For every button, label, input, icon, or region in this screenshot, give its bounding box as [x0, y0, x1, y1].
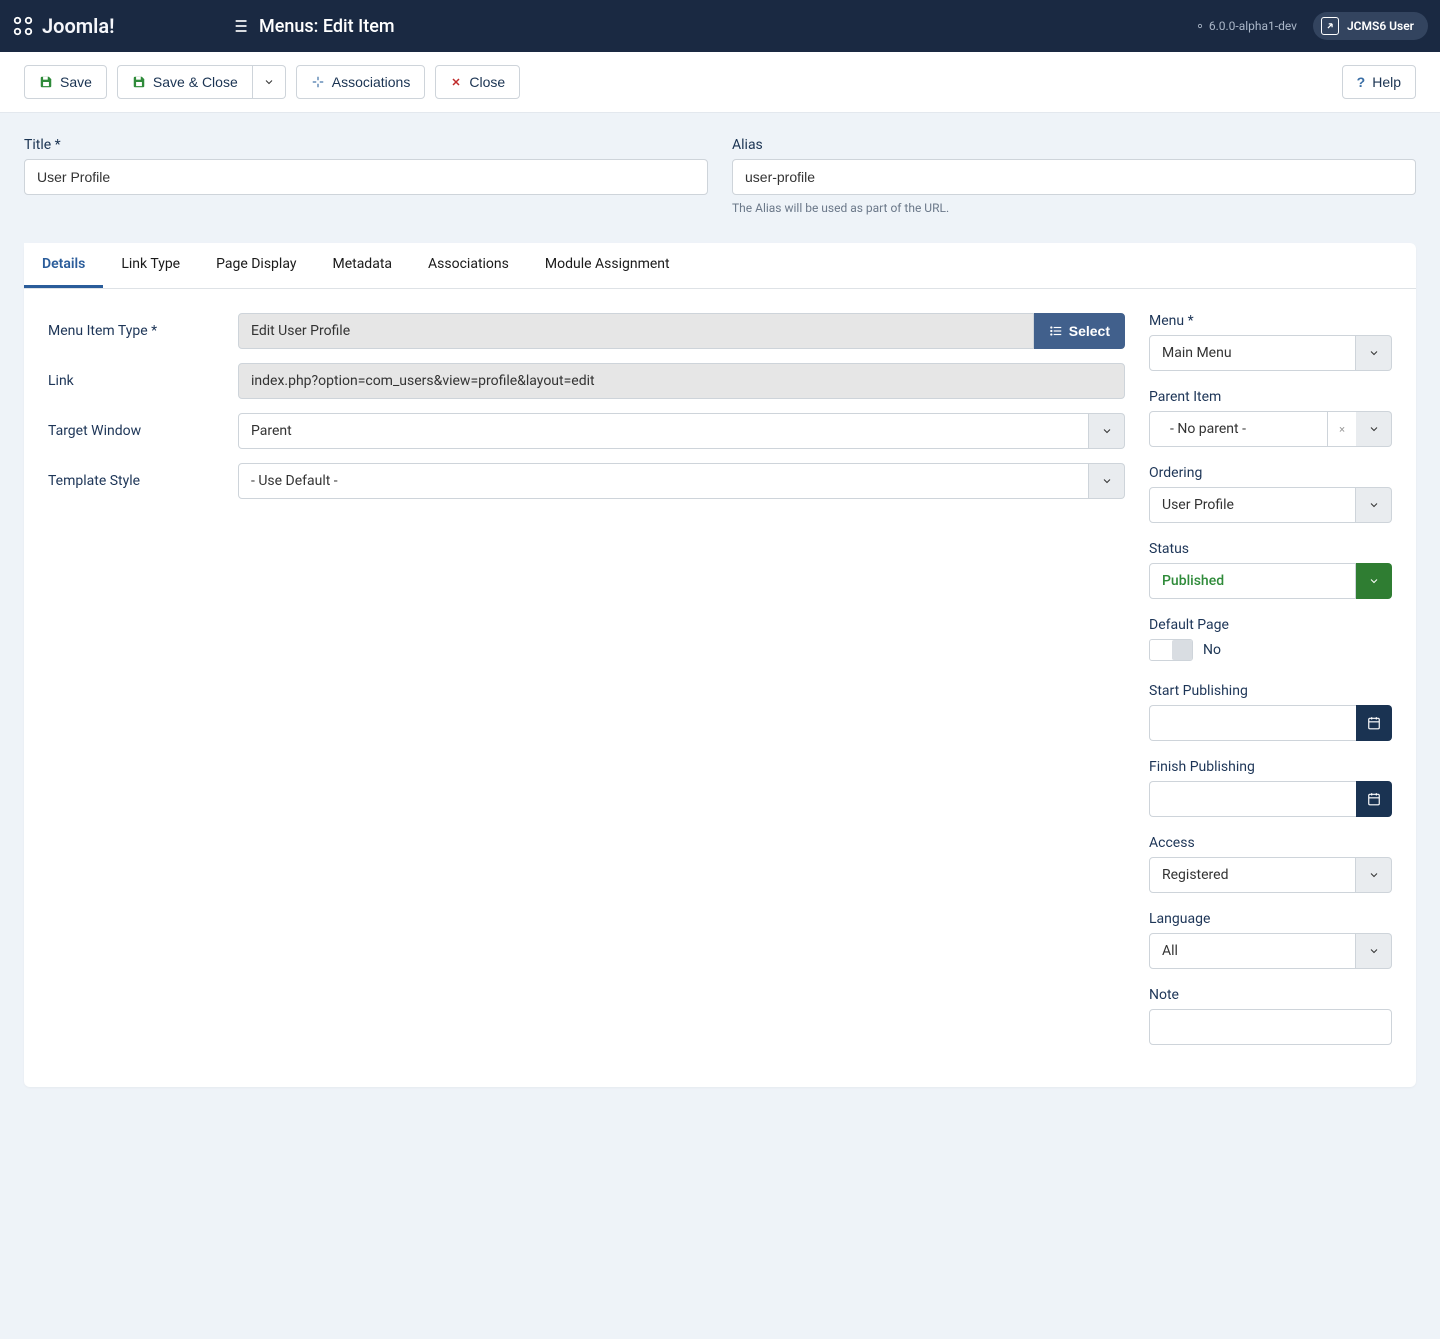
tab-details[interactable]: Details	[24, 243, 103, 288]
menu-label: Menu *	[1149, 313, 1392, 329]
save-close-dropdown[interactable]	[253, 65, 286, 99]
help-button[interactable]: ? Help	[1342, 65, 1416, 99]
close-button[interactable]: Close	[435, 65, 520, 99]
save-close-button[interactable]: Save & Close	[117, 65, 253, 99]
language-select[interactable]: All	[1149, 933, 1392, 969]
finish-publishing-label: Finish Publishing	[1149, 759, 1392, 775]
list-icon	[1049, 324, 1063, 338]
parent-label: Parent Item	[1149, 389, 1392, 405]
brand-text: Joomla!	[42, 14, 114, 38]
chevron-down-icon	[1356, 335, 1392, 371]
tab-associations[interactable]: Associations	[410, 243, 527, 288]
access-label: Access	[1149, 835, 1392, 851]
template-label: Template Style	[48, 473, 238, 489]
calendar-icon[interactable]	[1356, 781, 1392, 817]
save-button[interactable]: Save	[24, 65, 107, 99]
access-select[interactable]: Registered	[1149, 857, 1392, 893]
associations-icon	[311, 75, 325, 89]
status-label: Status	[1149, 541, 1392, 557]
title-input[interactable]	[24, 159, 708, 195]
calendar-icon[interactable]	[1356, 705, 1392, 741]
link-label: Link	[48, 373, 238, 389]
chevron-down-icon	[1356, 933, 1392, 969]
alias-input[interactable]	[732, 159, 1416, 195]
user-name: JCMS6 User	[1347, 19, 1414, 33]
page-title-area: Menus: Edit Item	[213, 16, 1195, 37]
close-icon	[450, 76, 462, 88]
target-select[interactable]: Parent	[238, 413, 1125, 449]
default-page-value: No	[1203, 642, 1221, 658]
toolbar: Save Save & Close Associations	[0, 52, 1440, 113]
chevron-down-icon	[1356, 487, 1392, 523]
tab-module-assignment[interactable]: Module Assignment	[527, 243, 688, 288]
user-menu[interactable]: JCMS6 User	[1313, 12, 1428, 40]
template-select[interactable]: - Use Default -	[238, 463, 1125, 499]
ordering-label: Ordering	[1149, 465, 1392, 481]
save-icon	[39, 75, 53, 89]
start-publishing-input[interactable]	[1149, 705, 1356, 741]
help-icon: ?	[1357, 74, 1366, 90]
start-publishing-label: Start Publishing	[1149, 683, 1392, 699]
status-select[interactable]: Published	[1149, 563, 1392, 599]
tab-link-type[interactable]: Link Type	[103, 243, 198, 288]
alias-help: The Alias will be used as part of the UR…	[732, 201, 1416, 215]
link-value: index.php?option=com_users&view=profile&…	[238, 363, 1125, 399]
version: 6.0.0-alpha1-dev	[1195, 19, 1297, 33]
note-label: Note	[1149, 987, 1392, 1003]
page-title: Menus: Edit Item	[259, 16, 395, 37]
parent-select[interactable]: - No parent - ×	[1149, 411, 1392, 447]
tabs: Details Link Type Page Display Metadata …	[24, 243, 1416, 289]
default-page-toggle[interactable]	[1149, 639, 1193, 661]
alias-label: Alias	[732, 137, 1416, 153]
chevron-down-icon	[263, 76, 275, 88]
external-link-icon	[1321, 17, 1339, 35]
chevron-down-icon	[1356, 411, 1392, 447]
tab-metadata[interactable]: Metadata	[314, 243, 410, 288]
menu-select[interactable]: Main Menu	[1149, 335, 1392, 371]
associations-button[interactable]: Associations	[296, 65, 426, 99]
tab-page-display[interactable]: Page Display	[198, 243, 314, 288]
menu-type-select-button[interactable]: Select	[1034, 313, 1125, 349]
chevron-down-icon	[1356, 563, 1392, 599]
title-label: Title *	[24, 137, 708, 153]
target-label: Target Window	[48, 423, 238, 439]
ordering-select[interactable]: User Profile	[1149, 487, 1392, 523]
chevron-down-icon	[1089, 413, 1125, 449]
brand: Joomla!	[0, 14, 213, 38]
clear-icon[interactable]: ×	[1328, 411, 1356, 447]
joomla-logo-icon	[12, 15, 34, 37]
topbar: Joomla! Menus: Edit Item 6.0.0-alpha1-de…	[0, 0, 1440, 52]
finish-publishing-input[interactable]	[1149, 781, 1356, 817]
menu-type-value: Edit User Profile	[238, 313, 1034, 349]
chevron-down-icon	[1089, 463, 1125, 499]
chevron-down-icon	[1356, 857, 1392, 893]
save-icon	[132, 75, 146, 89]
note-input[interactable]	[1149, 1009, 1392, 1045]
default-page-label: Default Page	[1149, 617, 1392, 633]
hamburger-list-icon	[229, 16, 249, 36]
menu-type-label: Menu Item Type *	[48, 323, 238, 339]
language-label: Language	[1149, 911, 1392, 927]
